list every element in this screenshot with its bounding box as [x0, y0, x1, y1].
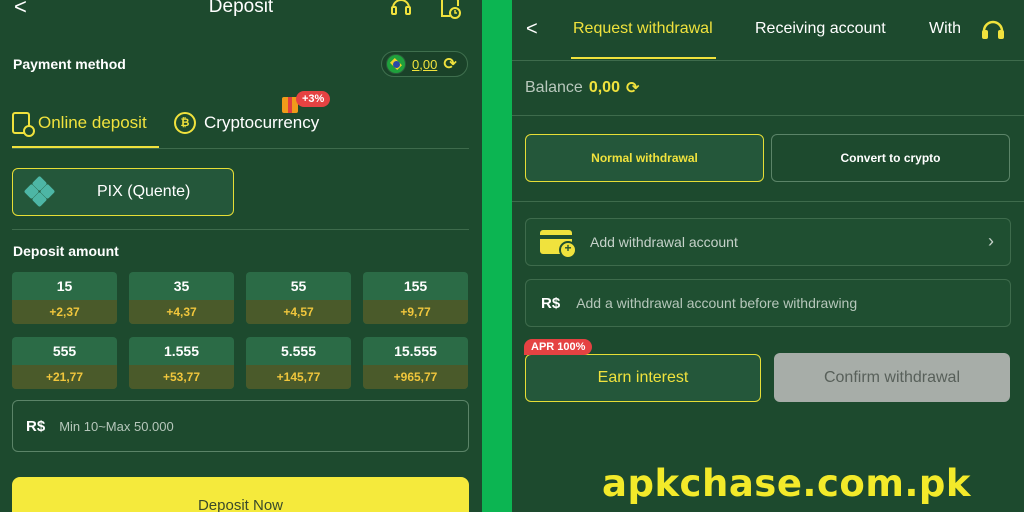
tab-cryptocurrency[interactable]: ₿ Cryptocurrency	[174, 112, 319, 134]
tab-withdrawal-history[interactable]: With	[929, 20, 961, 38]
balance-value: 0,00	[588, 79, 620, 96]
amount-option[interactable]: 15 +2,37	[12, 272, 117, 324]
document-clock-icon[interactable]	[438, 0, 462, 20]
tab-label: Cryptocurrency	[204, 113, 320, 132]
amount-bonus: +53,77	[129, 365, 234, 389]
amount-option[interactable]: 155 +9,77	[363, 272, 468, 324]
amount-option[interactable]: 55 +4,57	[246, 272, 351, 324]
convert-to-crypto-button[interactable]: Convert to crypto	[771, 134, 1010, 182]
amount-value: 55	[290, 278, 307, 294]
amount-value: 1.555	[163, 343, 200, 359]
balance-value: 0,00	[412, 56, 438, 72]
tab-online-deposit[interactable]: Online deposit	[12, 112, 147, 137]
amount-value: 155	[403, 278, 428, 294]
amount-input[interactable]	[59, 418, 440, 434]
withdraw-panel: < Request withdrawal Receiving account W…	[512, 0, 1024, 512]
withdraw-amount-field: R$	[525, 279, 1011, 327]
tab-request-withdrawal[interactable]: Request withdrawal	[573, 20, 713, 38]
amount-option[interactable]: 5.555 +145,77	[246, 337, 351, 389]
amount-value: 15	[56, 278, 73, 294]
refresh-icon[interactable]: ⟳	[443, 54, 456, 74]
back-button[interactable]: <	[526, 18, 538, 41]
divider	[512, 201, 1024, 202]
divider	[12, 229, 469, 230]
withdraw-amount-input[interactable]	[576, 295, 977, 311]
phone-icon	[12, 112, 35, 137]
amount-value: 5.555	[280, 343, 317, 359]
amount-option[interactable]: 35 +4,37	[129, 272, 234, 324]
amount-option[interactable]: 555 +21,77	[12, 337, 117, 389]
amount-value: 555	[52, 343, 77, 359]
amount-input-field: R$	[12, 400, 469, 452]
payment-method-label: Payment method	[13, 56, 126, 72]
normal-withdrawal-button[interactable]: Normal withdrawal	[525, 134, 764, 182]
headset-icon[interactable]	[979, 16, 1007, 44]
currency-label: R$	[541, 294, 561, 312]
tab-label: Online deposit	[38, 113, 147, 132]
divider	[512, 115, 1024, 116]
brazil-flag-icon	[386, 54, 406, 74]
amount-value: 35	[173, 278, 190, 294]
amount-bonus: +21,77	[12, 365, 117, 389]
amount-bonus: +4,37	[129, 300, 234, 324]
chevron-right-icon: ›	[988, 231, 994, 251]
add-card-icon	[540, 230, 577, 259]
add-withdrawal-account-row[interactable]: Add withdrawal account ›	[525, 218, 1011, 266]
active-tab-indicator	[571, 57, 716, 59]
tab-receiving-account[interactable]: Receiving account	[755, 20, 886, 38]
balance-label: Balance	[525, 79, 583, 96]
earn-interest-button[interactable]: Earn interest	[525, 354, 761, 402]
amount-option[interactable]: 1.555 +53,77	[129, 337, 234, 389]
watermark-text: apkchase.com.pk	[602, 462, 972, 505]
refresh-icon[interactable]: ⟳	[626, 78, 639, 98]
deposit-now-button[interactable]: Deposit Now	[12, 477, 469, 512]
confirm-withdrawal-button[interactable]: Confirm withdrawal	[774, 353, 1010, 402]
add-account-label: Add withdrawal account	[590, 234, 738, 250]
pix-label: PIX (Quente)	[97, 183, 191, 200]
payment-method-pix[interactable]: PIX (Quente)	[12, 168, 234, 216]
amount-value: 15.555	[394, 343, 437, 359]
headset-icon[interactable]	[389, 0, 413, 20]
amount-bonus: +4,57	[246, 300, 351, 324]
amount-bonus: +2,37	[12, 300, 117, 324]
pix-logo-icon	[23, 175, 56, 208]
apr-badge: APR 100%	[524, 339, 593, 355]
deposit-panel: < Deposit Payment method 0,00 ⟳ Online d…	[0, 0, 482, 512]
amount-option[interactable]: 15.555 +965,77	[363, 337, 468, 389]
amount-grid: 15 +2,37 35 +4,37 55 +4,57 155 +9,77 555 +21,…	[12, 272, 470, 389]
tab-divider	[12, 148, 469, 149]
balance-row: Balance 0,00 ⟳	[525, 78, 639, 98]
amount-bonus: +965,77	[363, 365, 468, 389]
coin-icon: ₿	[174, 112, 196, 134]
currency-label: R$	[26, 417, 46, 435]
amount-bonus: +145,77	[246, 365, 351, 389]
header-divider	[512, 60, 1024, 61]
deposit-amount-label: Deposit amount	[13, 243, 119, 259]
amount-bonus: +9,77	[363, 300, 468, 324]
active-tab-indicator	[12, 146, 159, 148]
bonus-badge: +3%	[296, 91, 331, 107]
balance-pill[interactable]: 0,00 ⟳	[381, 51, 468, 77]
